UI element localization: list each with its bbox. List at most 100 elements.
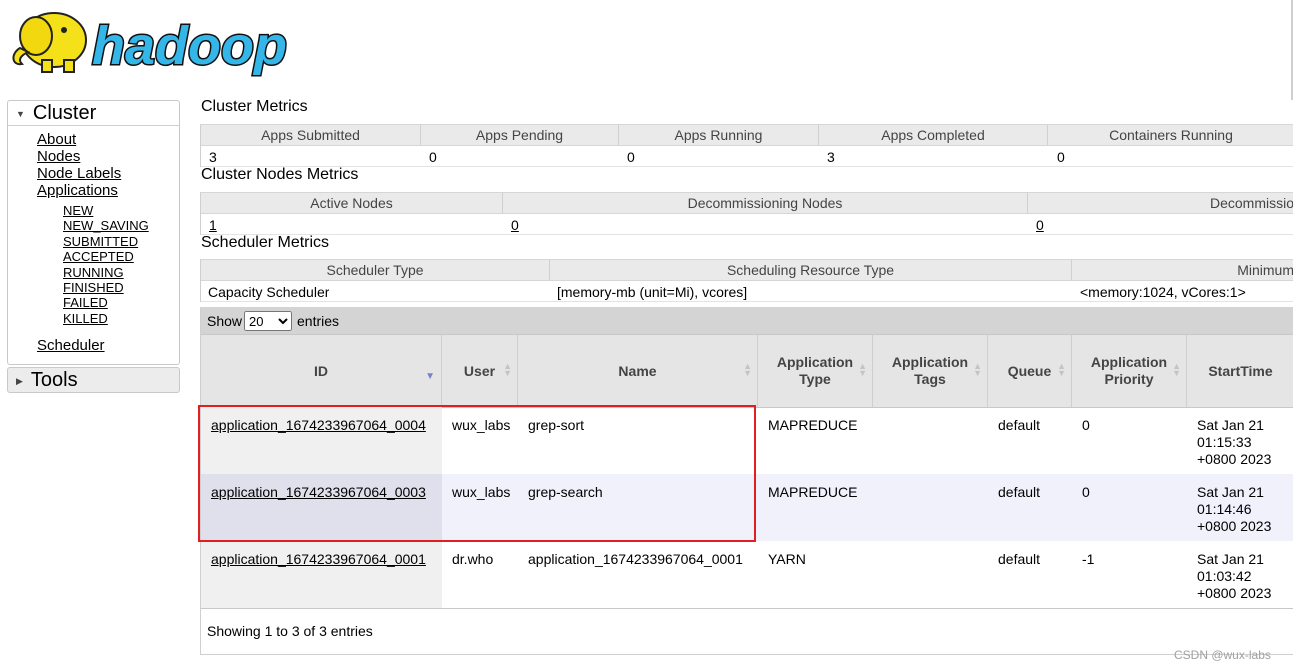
triangle-down-icon: ▼ (16, 108, 25, 119)
apps-completed-value: 3 (827, 149, 835, 165)
cell-name: grep-search (528, 484, 603, 500)
col-decommissioning-nodes: Decommissioning Nodes (503, 193, 1028, 213)
cell-app-type: MAPREDUCE (768, 417, 858, 433)
sort-icon: ▲ ▼ (973, 361, 982, 378)
col-scheduling-resource-type: Scheduling Resource Type (550, 260, 1072, 280)
apps-pending-value: 0 (429, 149, 437, 165)
nav-state-submitted[interactable]: SUBMITTED (63, 234, 138, 249)
nav-scheduler[interactable]: Scheduler (37, 337, 105, 354)
cell-app-type: YARN (768, 551, 806, 567)
app-id-link[interactable]: application_1674233967064_0001 (211, 551, 426, 567)
nav-state-finished[interactable]: FINISHED (63, 280, 124, 295)
col-header-start-time[interactable]: StartTime (1187, 335, 1293, 407)
col-apps-completed: Apps Completed (819, 125, 1048, 145)
cell-queue: default (998, 551, 1041, 567)
cluster-metrics-title: Cluster Metrics (201, 98, 308, 115)
nav-about[interactable]: About (37, 131, 76, 148)
nav-state-killed[interactable]: KILLED (63, 311, 108, 326)
scheduler-metrics-title: Scheduler Metrics (201, 234, 330, 251)
nav-state-running[interactable]: RUNNING (63, 265, 124, 280)
scheduler-metrics-table: Scheduler Type Scheduling Resource Type … (200, 259, 1293, 302)
active-nodes-link[interactable]: 1 (209, 214, 217, 234)
entries-per-page-select[interactable]: 10 20 50 100 (244, 311, 292, 331)
cell-app-tags (873, 407, 988, 474)
nav-state-failed[interactable]: FAILED (63, 295, 108, 310)
app-id-link[interactable]: application_1674233967064_0003 (211, 484, 426, 500)
col-containers-running: Containers Running (1109, 127, 1233, 143)
hadoop-logo[interactable]: hadoop (6, 2, 316, 82)
nav-state-new[interactable]: NEW (63, 203, 93, 218)
cell-priority: 0 (1082, 417, 1090, 433)
cell-user: dr.who (452, 551, 494, 567)
cell-priority: -1 (1082, 551, 1095, 567)
col-header-queue[interactable]: Queue ▲ ▼ (988, 335, 1072, 407)
col-header-queue-label: Queue (1007, 362, 1052, 379)
nav-state-new-saving[interactable]: NEW_SAVING (63, 218, 149, 233)
nodes-metrics-table: Active Nodes Decommissioning Nodes Decom… (200, 192, 1293, 235)
cluster-label: Cluster (32, 102, 97, 124)
scheduler-type-value: Capacity Scheduler (208, 284, 330, 300)
nodes-value-row: 1 0 0 (201, 214, 1293, 235)
logo-text: hadoop (92, 16, 287, 76)
cell-id: application_1674233967064_0004 (201, 407, 442, 474)
col-scheduler-type: Scheduler Type (201, 260, 550, 280)
cell-start-time: Sat Jan 21 01:15:33 +0800 2023 (1197, 417, 1272, 467)
cell-queue: default (998, 417, 1041, 433)
col-header-app-priority-label: Application Priority (1090, 354, 1168, 387)
cell-name: grep-sort (528, 417, 585, 433)
cell-id: application_1674233967064_0001 (201, 541, 442, 608)
app-id-link[interactable]: application_1674233967064_0004 (211, 417, 426, 433)
nav-applications[interactable]: Applications (37, 182, 118, 199)
cell-id: application_1674233967064_0003 (201, 474, 442, 541)
cell-app-tags (873, 541, 988, 608)
scheduler-header-row: Scheduler Type Scheduling Resource Type … (201, 260, 1293, 281)
col-header-id-label: ID (314, 362, 328, 379)
table-row: application_1674233967064_0003 wux_labs … (201, 474, 1293, 541)
col-header-app-priority[interactable]: Application Priority ▲ ▼ (1072, 335, 1187, 407)
nav-nodes[interactable]: Nodes (37, 148, 80, 165)
sort-desc-icon: ▼ (425, 371, 435, 382)
cell-app-tags (873, 474, 988, 541)
col-minimum-allocation: Minimum (1237, 262, 1293, 278)
col-header-app-tags-label: Application Tags (891, 354, 969, 387)
col-header-user[interactable]: User ▲ ▼ (442, 335, 518, 407)
col-apps-running: Apps Running (619, 125, 819, 145)
table-bottom-divider (201, 608, 1293, 609)
cell-priority: 0 (1082, 484, 1090, 500)
cell-name: application_1674233967064_0001 (528, 551, 743, 567)
col-header-app-type-label: Application Type (776, 354, 854, 387)
show-label: Show (207, 313, 243, 329)
sort-icon: ▲ ▼ (858, 361, 867, 378)
decommissioned-nodes-link[interactable]: 0 (1036, 214, 1044, 234)
col-apps-pending: Apps Pending (421, 125, 619, 145)
col-header-name-label: Name (618, 362, 657, 379)
cluster-metrics-table: Apps Submitted Apps Pending Apps Running… (200, 124, 1293, 167)
entries-label: entries (297, 313, 340, 329)
sort-icon: ▲ ▼ (1057, 361, 1066, 378)
nav-state-accepted[interactable]: ACCEPTED (63, 249, 134, 264)
triangle-right-icon: ▶ (16, 375, 23, 386)
cell-start-time: Sat Jan 21 01:14:46 +0800 2023 (1197, 484, 1272, 534)
col-header-app-tags[interactable]: Application Tags ▲ ▼ (873, 335, 988, 407)
col-decommissioned-nodes: Decommissio (1209, 195, 1293, 211)
tools-label: Tools (30, 369, 78, 391)
col-header-name[interactable]: Name ▲ ▼ (518, 335, 758, 407)
col-header-id[interactable]: ID ▼ (201, 335, 442, 407)
col-header-app-type[interactable]: Application Type ▲ ▼ (758, 335, 873, 407)
minimum-allocation-value: <memory:1024, vCores:1> (1080, 284, 1246, 300)
decommissioning-nodes-link[interactable]: 0 (511, 214, 519, 234)
watermark: CSDN @wux-labs (1174, 648, 1271, 662)
hadoop-elephant-icon: hadoop (12, 12, 288, 78)
col-header-start-time-label: StartTime (1208, 362, 1273, 379)
cell-app-type: MAPREDUCE (768, 484, 858, 500)
nav-node-labels[interactable]: Node Labels (37, 165, 121, 182)
apps-submitted-value: 3 (209, 149, 217, 165)
tools-panel-header[interactable]: ▶ Tools (8, 368, 179, 392)
applications-table: Show 10 20 50 100 entries ID ▼ User ▲▼ N… (200, 307, 1293, 655)
cluster-panel-header[interactable]: ▼ Cluster (8, 101, 179, 126)
sort-icon: ▲ ▼ (503, 361, 512, 378)
col-active-nodes: Active Nodes (201, 193, 503, 213)
tools-panel[interactable]: ▶ Tools (7, 367, 180, 393)
resource-type-value: [memory-mb (unit=Mi), vcores] (557, 284, 748, 300)
table-header-row: ID ▼ User ▲ ▼ Name ▲ ▼ Application Type ▲ ▼… (201, 334, 1293, 408)
